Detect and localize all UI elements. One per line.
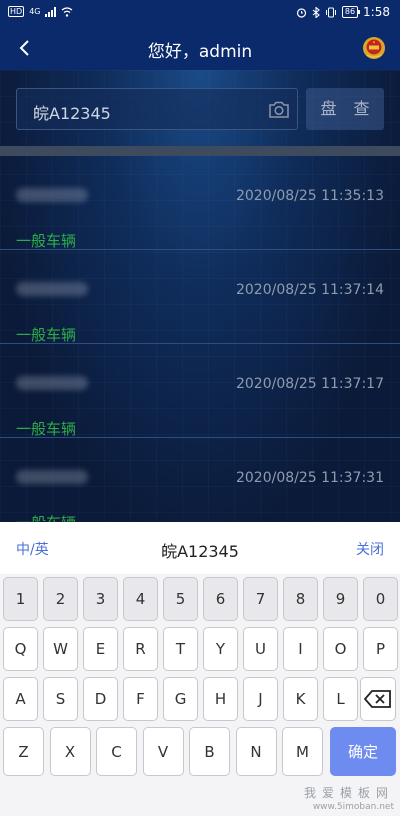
key-f[interactable]: F: [123, 677, 158, 721]
key-m[interactable]: M: [282, 727, 323, 776]
key-0[interactable]: 0: [363, 577, 398, 621]
list-item[interactable]: 2020/08/25 11:35:13 一般车辆: [0, 156, 400, 250]
key-d[interactable]: D: [83, 677, 118, 721]
bluetooth-icon: [312, 6, 320, 18]
key-2[interactable]: 2: [43, 577, 78, 621]
plate-keyboard: 中/英 皖A12345 关闭 1234567890 QWERTYUIOP ASDFG…: [0, 522, 400, 816]
key-q[interactable]: Q: [3, 627, 38, 671]
key-b[interactable]: B: [189, 727, 230, 776]
divider: [0, 146, 400, 156]
key-4[interactable]: 4: [123, 577, 158, 621]
confirm-key[interactable]: 确定: [330, 727, 396, 776]
plate-number-blurred: [16, 376, 88, 390]
record-list: 2020/08/25 11:35:13 一般车辆 2020/08/25 11:3…: [0, 156, 400, 522]
key-e[interactable]: E: [83, 627, 118, 671]
page-title: 您好，admin: [147, 42, 253, 62]
key-k[interactable]: K: [283, 677, 318, 721]
battery-icon: 86: [341, 6, 361, 18]
record-time: 2020/08/25 11:35:13: [235, 188, 384, 204]
vibrate-icon: [325, 7, 336, 17]
keyboard-close-button[interactable]: 关闭: [356, 539, 384, 559]
key-c[interactable]: C: [96, 727, 137, 776]
key-s[interactable]: S: [43, 677, 78, 721]
key-g[interactable]: G: [163, 677, 198, 721]
watermark: 我爱模板网 www.5imoban.net: [304, 786, 394, 814]
key-8[interactable]: 8: [283, 577, 318, 621]
backspace-icon: [363, 690, 391, 708]
clock: 1:58: [363, 5, 390, 19]
key-3[interactable]: 3: [83, 577, 118, 621]
key-x[interactable]: X: [49, 727, 91, 776]
key-1[interactable]: 1: [3, 577, 38, 621]
key-n[interactable]: N: [235, 727, 277, 776]
wifi-icon: [62, 6, 73, 17]
record-time: 2020/08/25 11:37:17: [235, 376, 384, 392]
key-u[interactable]: U: [243, 627, 278, 671]
key-h[interactable]: H: [203, 677, 238, 721]
key-z[interactable]: Z: [3, 727, 44, 776]
key-l[interactable]: L: [323, 677, 358, 721]
key-v[interactable]: V: [142, 727, 184, 776]
list-item[interactable]: 2020/08/25 11:37:14 一般车辆: [0, 250, 400, 344]
signal-icon: [45, 6, 57, 17]
vehicle-type: 一般车辆: [16, 232, 77, 250]
key-j[interactable]: J: [243, 677, 278, 721]
network-type: 4G: [29, 7, 41, 16]
key-a[interactable]: A: [3, 677, 38, 721]
record-time: 2020/08/25 11:37:31: [235, 470, 384, 486]
plate-number-blurred: [16, 282, 88, 296]
backspace-key[interactable]: [360, 677, 396, 721]
keyboard-header: 中/英 皖A12345 关闭: [0, 522, 400, 574]
nav-bar: 您好，admin: [0, 26, 400, 70]
camera-icon[interactable]: [267, 98, 291, 122]
vehicle-type: 一般车辆: [16, 512, 76, 522]
vehicle-type: 一般车辆: [16, 420, 77, 438]
plate-input[interactable]: 皖A12345: [33, 100, 111, 124]
key-o[interactable]: O: [323, 627, 358, 671]
language-toggle[interactable]: 中/英: [16, 539, 49, 559]
watermark-url: www.5imoban.net: [312, 802, 394, 812]
plate-number-blurred: [16, 470, 88, 484]
keyboard-preview: 皖A12345: [161, 542, 239, 561]
key-w[interactable]: W: [43, 627, 78, 671]
key-9[interactable]: 9: [323, 577, 358, 621]
key-5[interactable]: 5: [163, 577, 198, 621]
key-t[interactable]: T: [163, 627, 198, 671]
status-bar: HD 4G 86 1:58: [0, 0, 400, 26]
list-item[interactable]: 2020/08/25 11:37:17 一般车辆: [0, 344, 400, 438]
record-time: 2020/08/25 11:37:14: [235, 282, 384, 298]
vehicle-type: 一般车辆: [16, 326, 77, 344]
police-emblem-icon: [363, 37, 385, 59]
check-button[interactable]: 盘 查: [306, 88, 384, 130]
key-r[interactable]: R: [123, 627, 158, 671]
list-item[interactable]: 2020/08/25 11:37:31 一般车辆: [0, 438, 400, 522]
key-7[interactable]: 7: [243, 577, 278, 621]
plate-number-blurred: [16, 188, 88, 202]
key-y[interactable]: Y: [203, 627, 238, 671]
plate-search-box[interactable]: 皖A12345: [16, 88, 298, 130]
watermark-text: 我爱模板网: [303, 786, 394, 800]
status-left: HD 4G: [8, 6, 73, 17]
key-p[interactable]: P: [363, 627, 398, 671]
hd-badge: HD: [8, 6, 25, 17]
key-i[interactable]: I: [283, 627, 318, 671]
alarm-icon: [296, 7, 306, 18]
key-6[interactable]: 6: [203, 577, 238, 621]
status-right: 86 1:58: [296, 5, 390, 19]
